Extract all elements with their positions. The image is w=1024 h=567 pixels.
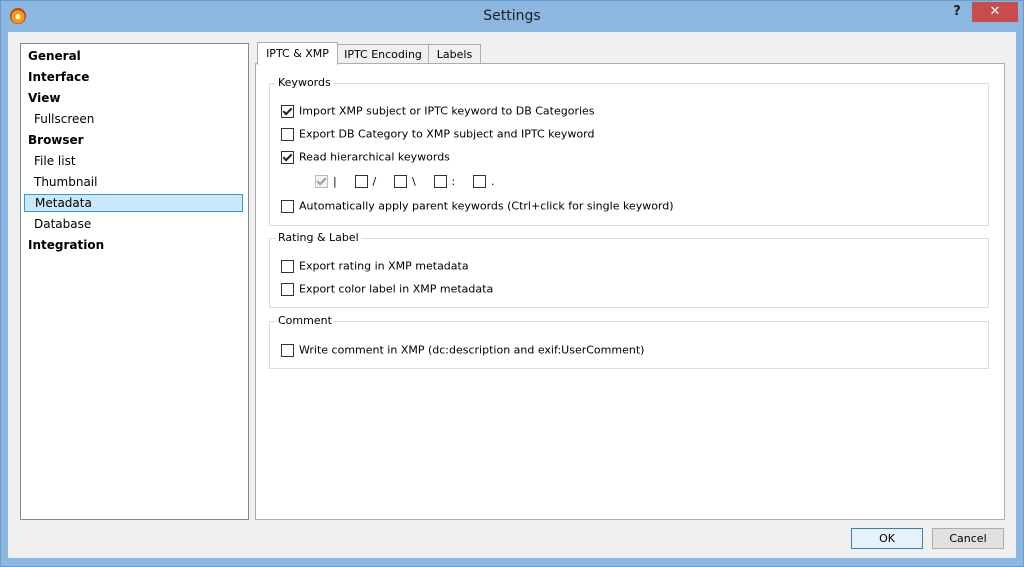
keywords-group-title: Keywords (276, 76, 333, 89)
separator-colon-label: : (451, 174, 456, 188)
export-rating-checkbox[interactable] (281, 259, 294, 273)
export-category-label: Export DB Category to XMP subject and IP… (299, 127, 595, 141)
ok-button[interactable]: OK (851, 528, 923, 549)
separator-dot-label: . (491, 174, 495, 188)
write-comment-option[interactable]: Write comment in XMP (dc:description and… (281, 343, 644, 357)
settings-window: Settings ? ✕ General Interface View Full… (0, 0, 1024, 567)
export-rating-option[interactable]: Export rating in XMP metadata (281, 259, 469, 273)
tab-iptc-encoding[interactable]: IPTC Encoding (337, 44, 429, 64)
import-keywords-checkbox[interactable] (281, 104, 294, 118)
separator-pipe-checkbox[interactable] (315, 174, 328, 188)
nav-item-file-list[interactable]: File list (24, 152, 243, 170)
separator-backslash-checkbox[interactable] (394, 174, 407, 188)
write-comment-label: Write comment in XMP (dc:description and… (299, 343, 645, 357)
help-button[interactable]: ? (947, 4, 967, 22)
nav-item-thumbnail[interactable]: Thumbnail (24, 173, 243, 191)
separator-dot-option[interactable]: . (473, 174, 501, 188)
import-keywords-label: Import XMP subject or IPTC keyword to DB… (299, 104, 595, 118)
auto-parent-keywords-label: Automatically apply parent keywords (Ctr… (299, 199, 674, 213)
settings-nav-list[interactable]: General Interface View Fullscreen Browse… (20, 43, 249, 520)
nav-item-interface[interactable]: Interface (24, 68, 243, 86)
nav-item-browser[interactable]: Browser (24, 131, 243, 149)
export-color-label-checkbox[interactable] (281, 282, 294, 296)
comment-group: Comment Write comment in XMP (dc:descrip… (269, 314, 989, 369)
close-button[interactable]: ✕ (972, 2, 1018, 22)
nav-item-integration[interactable]: Integration (24, 236, 243, 254)
export-color-label-label: Export color label in XMP metadata (299, 282, 494, 296)
separator-colon-checkbox[interactable] (433, 174, 447, 188)
write-comment-checkbox[interactable] (281, 343, 294, 357)
export-rating-label: Export rating in XMP metadata (299, 259, 469, 273)
export-category-option[interactable]: Export DB Category to XMP subject and IP… (281, 127, 594, 141)
hierarchical-keywords-checkbox[interactable] (281, 150, 294, 164)
rating-label-group-title: Rating & Label (276, 231, 361, 244)
close-icon: ✕ (989, 4, 1001, 19)
separator-slash-option[interactable]: / (354, 174, 383, 188)
separator-colon-option[interactable]: : (433, 174, 462, 188)
separator-slash-label: / (372, 174, 377, 188)
keywords-group: Keywords Import XMP subject or IPTC keyw… (269, 76, 989, 226)
tab-labels[interactable]: Labels (428, 44, 481, 64)
comment-group-title: Comment (276, 314, 334, 327)
dialog-body: General Interface View Fullscreen Browse… (8, 32, 1016, 558)
separator-dot-checkbox[interactable] (473, 174, 486, 188)
separator-pipe-label: | (333, 174, 337, 188)
nav-item-database[interactable]: Database (24, 215, 243, 233)
tab-iptc-xmp[interactable]: IPTC & XMP (257, 42, 338, 65)
export-category-checkbox[interactable] (281, 127, 294, 141)
window-title: Settings (483, 8, 541, 24)
nav-item-metadata[interactable]: Metadata (24, 194, 243, 212)
export-color-label-option[interactable]: Export color label in XMP metadata (281, 282, 493, 296)
nav-item-general[interactable]: General (24, 47, 243, 65)
separator-backslash-label: \ (412, 174, 416, 188)
rating-label-group: Rating & Label Export rating in XMP meta… (269, 231, 989, 308)
auto-parent-keywords-option[interactable]: Automatically apply parent keywords (Ctr… (281, 199, 674, 213)
hierarchical-keywords-option[interactable]: Read hierarchical keywords (281, 150, 450, 164)
separator-pipe-option[interactable]: | (315, 174, 343, 188)
nav-item-view[interactable]: View (24, 89, 243, 107)
cancel-button[interactable]: Cancel (932, 528, 1004, 549)
separator-backslash-option[interactable]: \ (394, 174, 422, 188)
tab-page-iptc-xmp: Keywords Import XMP subject or IPTC keyw… (255, 63, 1005, 520)
nav-item-fullscreen[interactable]: Fullscreen (24, 110, 243, 128)
title-bar[interactable]: Settings ? ✕ (1, 1, 1023, 32)
separator-slash-checkbox[interactable] (354, 174, 368, 188)
hierarchical-keywords-label: Read hierarchical keywords (299, 150, 450, 164)
import-keywords-option[interactable]: Import XMP subject or IPTC keyword to DB… (281, 104, 595, 118)
separator-options: | / \ : . (315, 174, 509, 188)
auto-parent-keywords-checkbox[interactable] (281, 199, 294, 213)
